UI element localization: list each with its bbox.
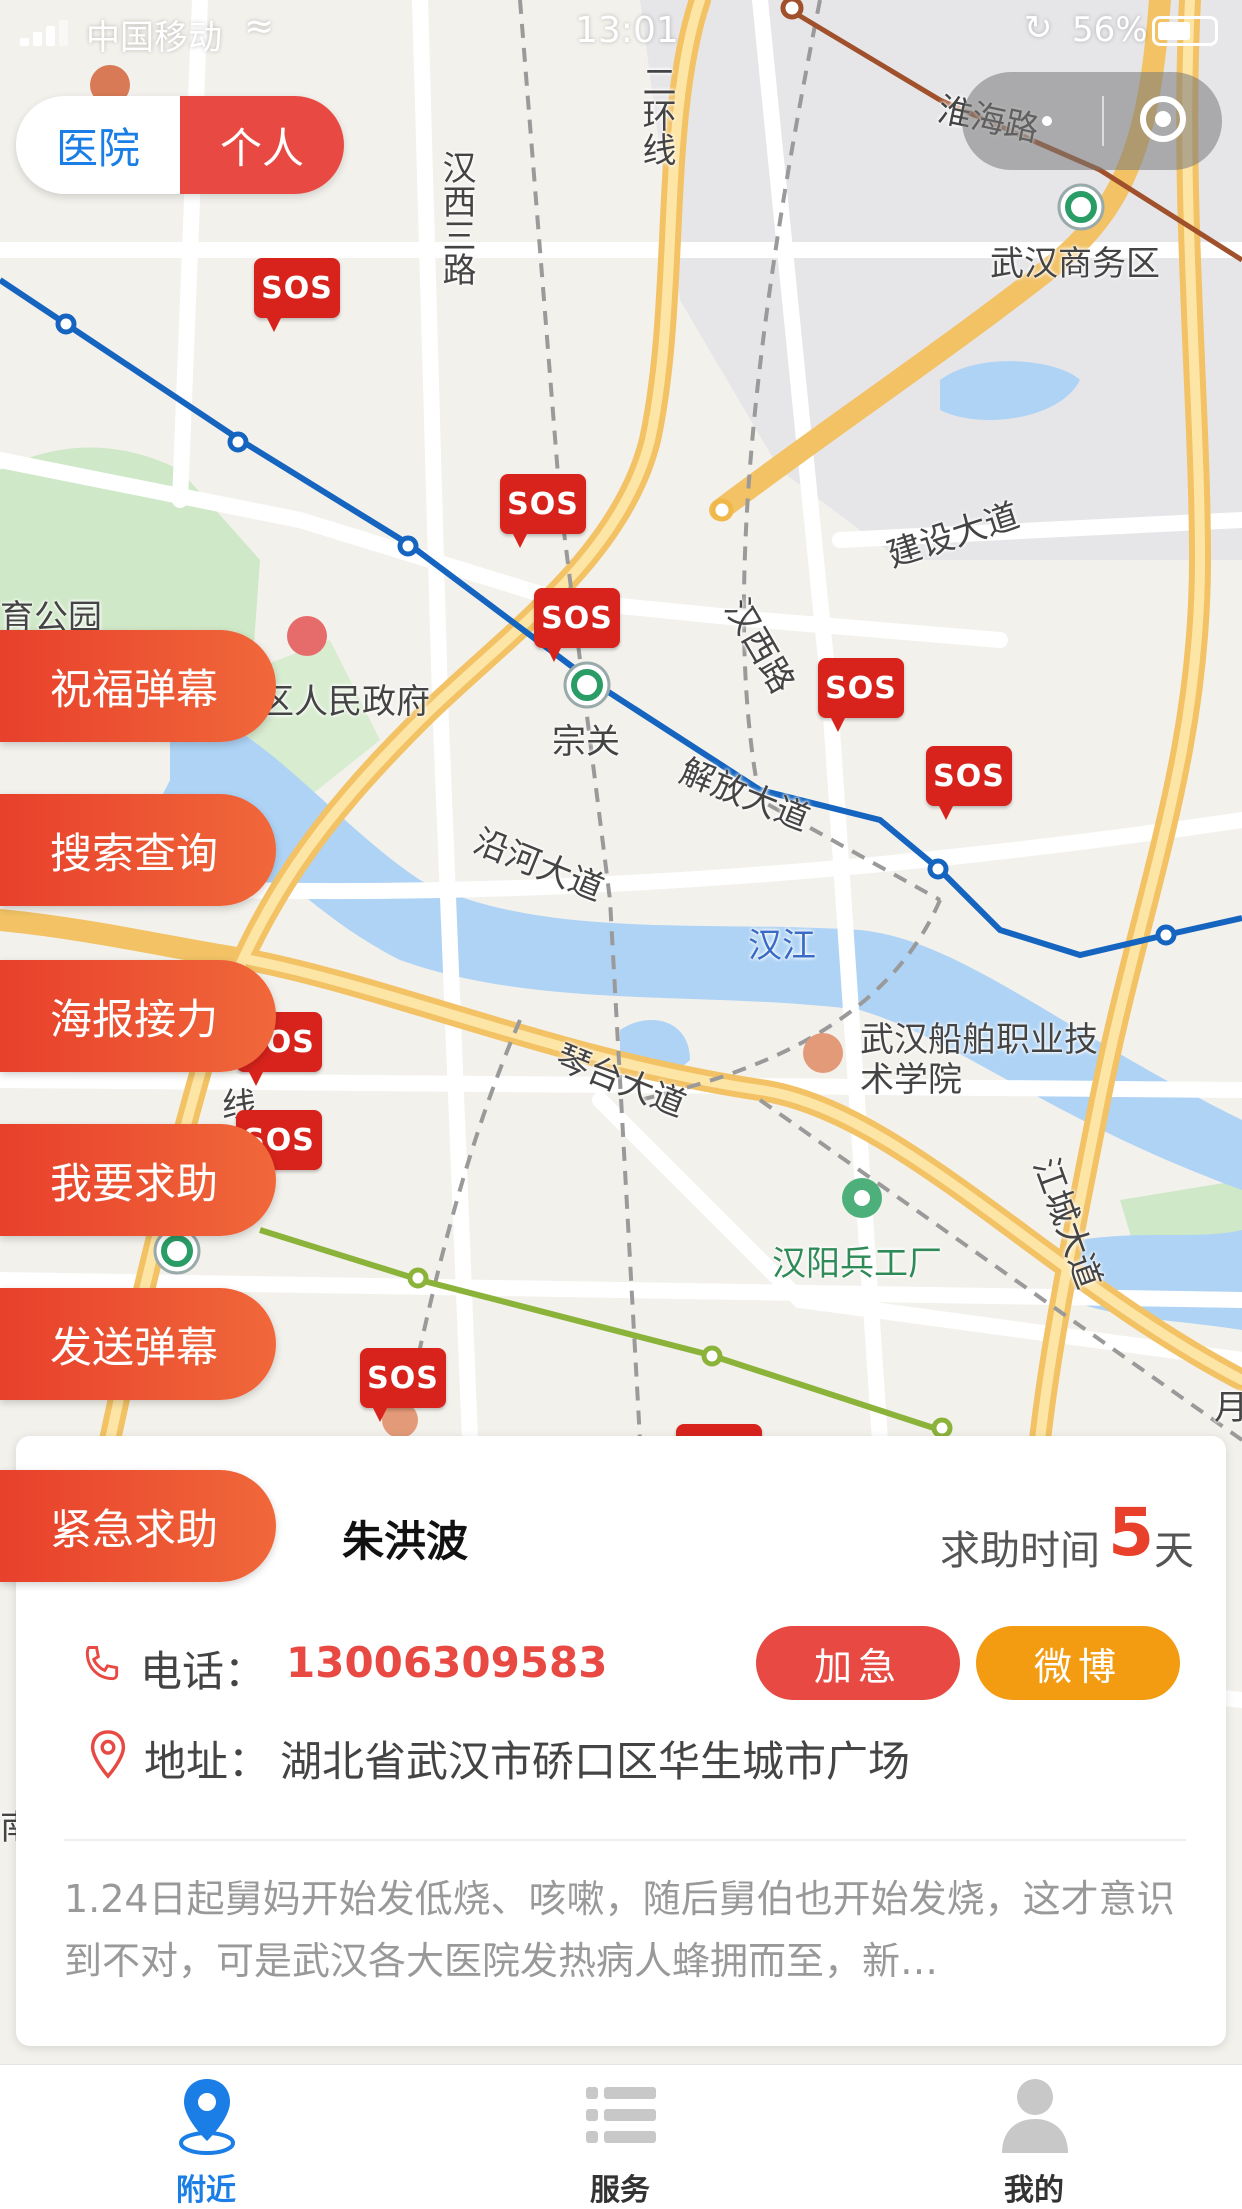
- location-icon: [90, 1730, 126, 1779]
- sos-marker[interactable]: SOS: [360, 1348, 446, 1422]
- blessing-danmaku-button[interactable]: 祝福弹幕: [0, 630, 276, 742]
- control-divider: [1102, 96, 1104, 146]
- user-icon: [1002, 2079, 1068, 2153]
- sos-marker[interactable]: SOS: [500, 474, 586, 548]
- map-label-hanyang-arsenal: 汉阳兵工厂: [772, 1244, 942, 1284]
- tab-nearby-label: 附近: [176, 2173, 236, 2208]
- map-label-shipbuilding-college: 武汉船舶职业技术学院: [860, 1020, 1098, 1100]
- map-control-pill[interactable]: [962, 72, 1222, 170]
- map-label-gov: 区人民政府: [260, 682, 430, 722]
- tab-me[interactable]: 我的: [934, 2065, 1134, 2209]
- request-help-button[interactable]: 我要求助: [0, 1124, 276, 1236]
- map-label-wuhan-cbd: 武汉商务区: [990, 244, 1160, 284]
- tab-services-label: 服务: [590, 2173, 650, 2208]
- help-description[interactable]: 1.24日起舅妈开始发低烧、咳嗽，随后舅伯也开始发烧，这才意识到不对，可是武汉各…: [64, 1868, 1186, 1992]
- battery-percent: 56%: [1072, 10, 1148, 50]
- status-bar: 中国移动 ≈ 13:01 ↻ 56%: [0, 0, 1242, 62]
- phone-label: 电话：: [140, 1647, 267, 1696]
- battery-icon: [1152, 16, 1218, 46]
- locate-icon[interactable]: [1140, 96, 1186, 142]
- orientation-lock-icon: ↻: [1024, 8, 1053, 48]
- poster-relay-button[interactable]: 海报接力: [0, 960, 276, 1072]
- clock: 13:01: [575, 10, 679, 51]
- urgent-button[interactable]: 加急: [756, 1626, 960, 1700]
- send-danmaku-button[interactable]: 发送弹幕: [0, 1288, 276, 1400]
- map-label-yue: 月: [1214, 1388, 1242, 1428]
- bottom-tab-bar: 附近 服务 我的: [0, 2064, 1242, 2209]
- toggle-personal[interactable]: 个人: [180, 96, 344, 194]
- help-duration-unit: 天: [1154, 1528, 1194, 1574]
- tab-me-label: 我的: [1004, 2173, 1064, 2208]
- phone-number[interactable]: 13006309583: [286, 1638, 607, 1687]
- address-label: 地址：: [144, 1737, 271, 1786]
- map-label-zongguan: 宗关: [552, 722, 620, 762]
- location-pin-icon: [179, 2079, 235, 2155]
- map-label-hanxi-3rd-road: 汉西三路: [436, 150, 476, 286]
- tab-nearby[interactable]: 附近: [106, 2065, 306, 2209]
- sos-marker[interactable]: SOS: [818, 658, 904, 732]
- search-query-button[interactable]: 搜索查询: [0, 794, 276, 906]
- more-dots-icon[interactable]: [1042, 116, 1052, 126]
- requester-name: 朱洪波: [342, 1517, 469, 1566]
- sos-marker[interactable]: SOS: [254, 258, 340, 332]
- sos-marker[interactable]: SOS: [926, 746, 1012, 820]
- weibo-button[interactable]: 微博: [976, 1626, 1180, 1700]
- tab-services[interactable]: 服务: [520, 2065, 720, 2209]
- emergency-help-button[interactable]: 紧急求助: [0, 1470, 276, 1582]
- carrier-name: 中国移动: [86, 18, 222, 58]
- help-duration-value: 5: [1108, 1494, 1154, 1571]
- map-label-hanjiang: 汉江: [748, 926, 816, 966]
- map-label-second-ring: 二环线: [636, 64, 676, 166]
- address-value: 湖北省武汉市硚口区华生城市广场: [280, 1737, 911, 1786]
- toggle-hospital[interactable]: 医院: [16, 96, 180, 194]
- sos-marker[interactable]: SOS: [534, 588, 620, 662]
- list-icon: [586, 2087, 656, 2143]
- wifi-icon: ≈: [244, 6, 275, 47]
- hospital-personal-toggle[interactable]: 医院 个人: [16, 96, 344, 194]
- help-duration-label: 求助时间: [940, 1528, 1100, 1574]
- card-divider: [64, 1839, 1186, 1841]
- signal-icon: [20, 20, 70, 46]
- phone-icon: [85, 1646, 119, 1681]
